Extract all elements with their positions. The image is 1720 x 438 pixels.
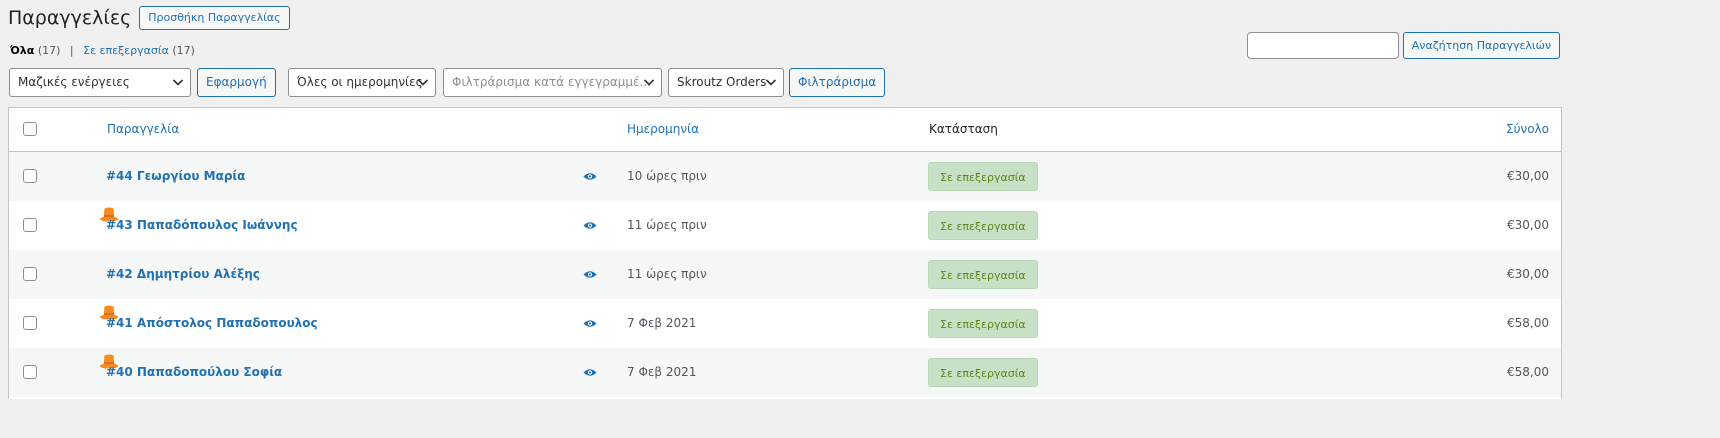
table-body: #44 Γεωργίου Μαρία 10 ώρες πριν Σε επεξε… bbox=[9, 152, 1561, 397]
column-order[interactable]: Παραγγελία bbox=[107, 108, 179, 151]
table-row: #43 Παπαδόπουλος Ιωάννης 11 ώρες πριν Σε… bbox=[9, 201, 1561, 250]
add-order-button[interactable]: Προσθήκη Παραγγελίας bbox=[139, 6, 290, 30]
chevron-down-icon bbox=[172, 79, 184, 86]
order-link[interactable]: #42 Δημητρίου Αλέξης bbox=[106, 250, 260, 299]
order-total: €30,00 bbox=[1507, 218, 1549, 232]
table-row: #40 Παπαδοπούλου Σοφία 7 Φεβ 2021 Σε επε… bbox=[9, 348, 1561, 397]
table-row: #42 Δημητρίου Αλέξης 11 ώρες πριν Σε επε… bbox=[9, 250, 1561, 299]
views-separator: | bbox=[69, 44, 74, 57]
date-filter-value: Όλες οι ημερομηνίες bbox=[297, 75, 423, 89]
order-date: 10 ώρες πριν bbox=[627, 169, 707, 183]
preview-eye-icon[interactable] bbox=[583, 270, 597, 279]
view-processing-link[interactable]: Σε επεξεργασία bbox=[83, 44, 169, 57]
tablenav-filters: Μαζικές ενέργειες Εφαρμογή Όλες οι ημερο… bbox=[9, 68, 1568, 97]
order-link[interactable]: #40 Παπαδοπούλου Σοφία bbox=[106, 348, 282, 397]
table-row: #41 Απόστολος Παπαδοπουλος 7 Φεβ 2021 Σε… bbox=[9, 299, 1561, 348]
view-all-link[interactable]: Όλα bbox=[10, 44, 34, 57]
skroutz-filter-value: Skroutz Orders bbox=[677, 75, 767, 89]
customer-filter-placeholder: Φιλτράρισμα κατά εγγεγραμμέ... bbox=[452, 75, 651, 89]
column-total[interactable]: Σύνολο bbox=[1506, 108, 1549, 151]
order-date: 7 Φεβ 2021 bbox=[627, 316, 697, 330]
row-checkbox[interactable] bbox=[23, 365, 37, 379]
status-badge: Σε επεξεργασία bbox=[928, 358, 1038, 387]
status-views: Όλα (17) | Σε επεξεργασία (17) bbox=[10, 44, 195, 57]
order-date: 11 ώρες πριν bbox=[627, 218, 707, 232]
page-header: Παραγγελίες Προσθήκη Παραγγελίας bbox=[8, 4, 290, 32]
chevron-down-icon bbox=[417, 79, 429, 86]
status-badge: Σε επεξεργασία bbox=[928, 309, 1038, 338]
order-total: €58,00 bbox=[1507, 316, 1549, 330]
customer-filter-select[interactable]: Φιλτράρισμα κατά εγγεγραμμέ... bbox=[443, 68, 662, 97]
order-total: €30,00 bbox=[1507, 169, 1549, 183]
row-checkbox[interactable] bbox=[23, 267, 37, 281]
filter-button[interactable]: Φιλτράρισμα bbox=[789, 68, 886, 97]
view-all-count: (17) bbox=[37, 44, 61, 57]
search-input[interactable] bbox=[1246, 32, 1399, 59]
column-status: Κατάσταση bbox=[929, 122, 998, 136]
date-filter-select[interactable]: Όλες οι ημερομηνίες bbox=[288, 68, 436, 97]
chevron-down-icon bbox=[643, 79, 655, 86]
order-link[interactable]: #43 Παπαδόπουλος Ιωάννης bbox=[106, 201, 298, 250]
orders-table: Παραγγελία Ημερομηνία Κατάσταση Σύνολο #… bbox=[8, 107, 1562, 399]
view-processing-count: (17) bbox=[172, 44, 195, 57]
order-date: 7 Φεβ 2021 bbox=[627, 365, 697, 379]
chevron-down-icon bbox=[765, 79, 777, 86]
order-total: €58,00 bbox=[1507, 365, 1549, 379]
order-date: 11 ώρες πριν bbox=[627, 267, 707, 281]
order-link[interactable]: #41 Απόστολος Παπαδοπουλος bbox=[106, 299, 318, 348]
status-badge: Σε επεξεργασία bbox=[928, 162, 1038, 191]
bulk-actions-select[interactable]: Μαζικές ενέργειες bbox=[9, 68, 191, 97]
order-link[interactable]: #44 Γεωργίου Μαρία bbox=[106, 152, 245, 201]
apply-button[interactable]: Εφαρμογή bbox=[197, 68, 276, 97]
select-all-checkbox[interactable] bbox=[23, 122, 37, 136]
preview-eye-icon[interactable] bbox=[583, 172, 597, 181]
column-date[interactable]: Ημερομηνία bbox=[627, 108, 699, 151]
search-box: Αναζήτηση Παραγγελιών bbox=[1246, 32, 1560, 59]
preview-eye-icon[interactable] bbox=[583, 319, 597, 328]
status-badge: Σε επεξεργασία bbox=[928, 211, 1038, 240]
table-header: Παραγγελία Ημερομηνία Κατάσταση Σύνολο bbox=[9, 108, 1561, 152]
row-checkbox[interactable] bbox=[23, 218, 37, 232]
search-orders-button[interactable]: Αναζήτηση Παραγγελιών bbox=[1402, 32, 1560, 59]
status-badge: Σε επεξεργασία bbox=[928, 260, 1038, 289]
table-row: #44 Γεωργίου Μαρία 10 ώρες πριν Σε επεξε… bbox=[9, 152, 1561, 201]
page-title: Παραγγελίες bbox=[8, 7, 132, 29]
bulk-actions-value: Μαζικές ενέργειες bbox=[18, 75, 130, 89]
row-checkbox[interactable] bbox=[23, 316, 37, 330]
skroutz-filter-select[interactable]: Skroutz Orders bbox=[668, 68, 784, 97]
row-checkbox[interactable] bbox=[23, 169, 37, 183]
preview-eye-icon[interactable] bbox=[583, 368, 597, 377]
order-total: €30,00 bbox=[1507, 267, 1549, 281]
preview-eye-icon[interactable] bbox=[583, 221, 597, 230]
